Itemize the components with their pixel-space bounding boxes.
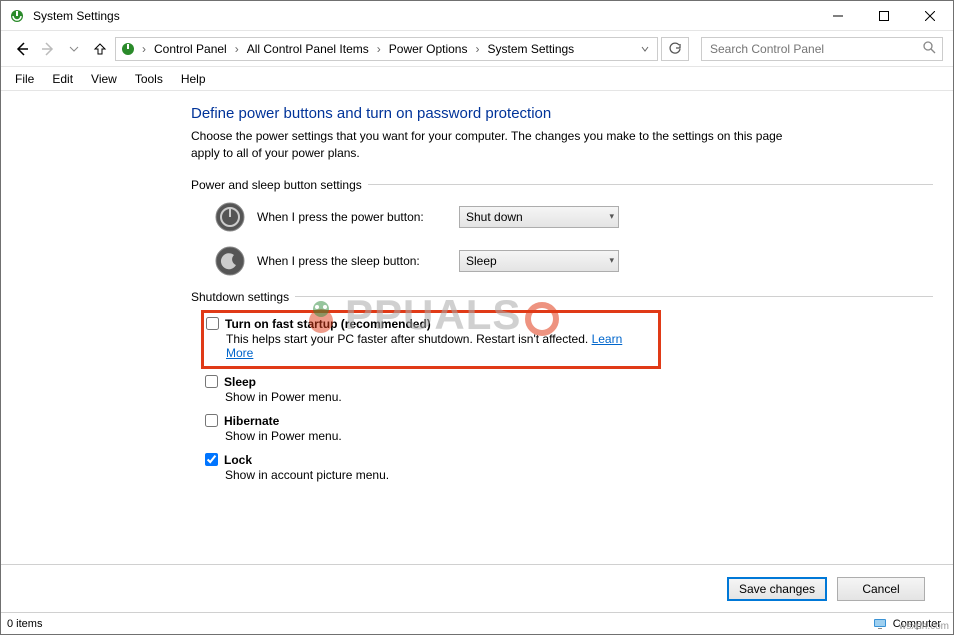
- source-tag: wsxdn.com: [899, 621, 949, 632]
- search-box[interactable]: [701, 37, 943, 61]
- status-bar: 0 items Computer: [1, 612, 953, 634]
- chevron-right-icon: ›: [375, 42, 383, 56]
- power-button-label: When I press the power button:: [257, 210, 447, 224]
- navigation-bar: › Control Panel › All Control Panel Item…: [1, 31, 953, 67]
- recent-dropdown[interactable]: [63, 38, 85, 60]
- breadcrumb-item[interactable]: All Control Panel Items: [243, 42, 373, 56]
- dropdown-value: Shut down: [466, 210, 609, 224]
- breadcrumb-item[interactable]: System Settings: [483, 42, 578, 56]
- page-heading: Define power buttons and turn on passwor…: [191, 105, 933, 122]
- close-button[interactable]: [907, 1, 953, 30]
- chevron-down-icon[interactable]: [637, 42, 653, 56]
- menu-edit[interactable]: Edit: [44, 70, 81, 88]
- shutdown-settings-list: Turn on fast startup (recommended) This …: [205, 314, 933, 482]
- section-label: Shutdown settings: [191, 290, 289, 304]
- sleep-title: Sleep: [224, 375, 256, 389]
- fast-startup-item: Turn on fast startup (recommended) This …: [206, 317, 652, 360]
- lock-title: Lock: [224, 453, 252, 467]
- lock-description: Show in account picture menu.: [225, 468, 933, 482]
- sleep-button-label: When I press the sleep button:: [257, 254, 447, 268]
- hibernate-checkbox[interactable]: [205, 414, 218, 427]
- page-description: Choose the power settings that you want …: [191, 128, 811, 162]
- fast-startup-title: Turn on fast startup (recommended): [225, 317, 431, 331]
- power-button-row: When I press the power button: Shut down…: [215, 202, 933, 232]
- lock-checkbox[interactable]: [205, 453, 218, 466]
- breadcrumb-item[interactable]: Power Options: [385, 42, 472, 56]
- search-input[interactable]: [708, 41, 922, 57]
- chevron-right-icon: ›: [233, 42, 241, 56]
- power-icon: [215, 202, 245, 232]
- section-label: Power and sleep button settings: [191, 178, 362, 192]
- section-shutdown: Shutdown settings: [191, 290, 933, 304]
- cancel-button[interactable]: Cancel: [837, 577, 925, 601]
- fast-startup-checkbox[interactable]: [206, 317, 219, 330]
- computer-icon: [873, 618, 887, 630]
- minimize-button[interactable]: [815, 1, 861, 30]
- breadcrumb[interactable]: › Control Panel › All Control Panel Item…: [115, 37, 658, 61]
- title-bar: System Settings: [1, 1, 953, 31]
- footer-buttons: Save changes Cancel: [1, 564, 953, 612]
- breadcrumb-item[interactable]: Control Panel: [150, 42, 231, 56]
- maximize-button[interactable]: [861, 1, 907, 30]
- power-options-icon: [9, 8, 25, 24]
- back-button[interactable]: [11, 38, 33, 60]
- menu-bar: File Edit View Tools Help: [1, 67, 953, 91]
- chevron-down-icon: ▾: [609, 255, 614, 266]
- up-button[interactable]: [89, 38, 111, 60]
- lock-item: Lock Show in account picture menu.: [205, 453, 933, 482]
- menu-file[interactable]: File: [7, 70, 42, 88]
- menu-help[interactable]: Help: [173, 70, 214, 88]
- sleep-button-dropdown[interactable]: Sleep ▾: [459, 250, 619, 272]
- dropdown-value: Sleep: [466, 254, 609, 268]
- content-area: Define power buttons and turn on passwor…: [1, 91, 953, 564]
- sleep-description: Show in Power menu.: [225, 390, 933, 404]
- section-power-sleep: Power and sleep button settings: [191, 178, 933, 192]
- menu-tools[interactable]: Tools: [127, 70, 171, 88]
- window-controls: [815, 1, 953, 30]
- search-icon[interactable]: [922, 40, 936, 57]
- window-title: System Settings: [33, 9, 815, 23]
- status-item-count: 0 items: [7, 618, 873, 630]
- chevron-right-icon: ›: [473, 42, 481, 56]
- refresh-button[interactable]: [661, 37, 689, 61]
- hibernate-description: Show in Power menu.: [225, 429, 933, 443]
- hibernate-item: Hibernate Show in Power menu.: [205, 414, 933, 443]
- sleep-icon: [215, 246, 245, 276]
- sleep-checkbox[interactable]: [205, 375, 218, 388]
- fast-startup-description: This helps start your PC faster after sh…: [226, 332, 652, 360]
- highlight-fast-startup: Turn on fast startup (recommended) This …: [201, 310, 661, 369]
- sleep-button-row: When I press the sleep button: Sleep ▾: [215, 246, 933, 276]
- chevron-right-icon: ›: [140, 42, 148, 56]
- menu-view[interactable]: View: [83, 70, 125, 88]
- chevron-down-icon: ▾: [609, 211, 614, 222]
- power-button-dropdown[interactable]: Shut down ▾: [459, 206, 619, 228]
- hibernate-title: Hibernate: [224, 414, 279, 428]
- save-changes-button[interactable]: Save changes: [727, 577, 827, 601]
- sleep-item: Sleep Show in Power menu.: [205, 375, 933, 404]
- forward-button[interactable]: [37, 38, 59, 60]
- control-panel-icon: [120, 41, 136, 57]
